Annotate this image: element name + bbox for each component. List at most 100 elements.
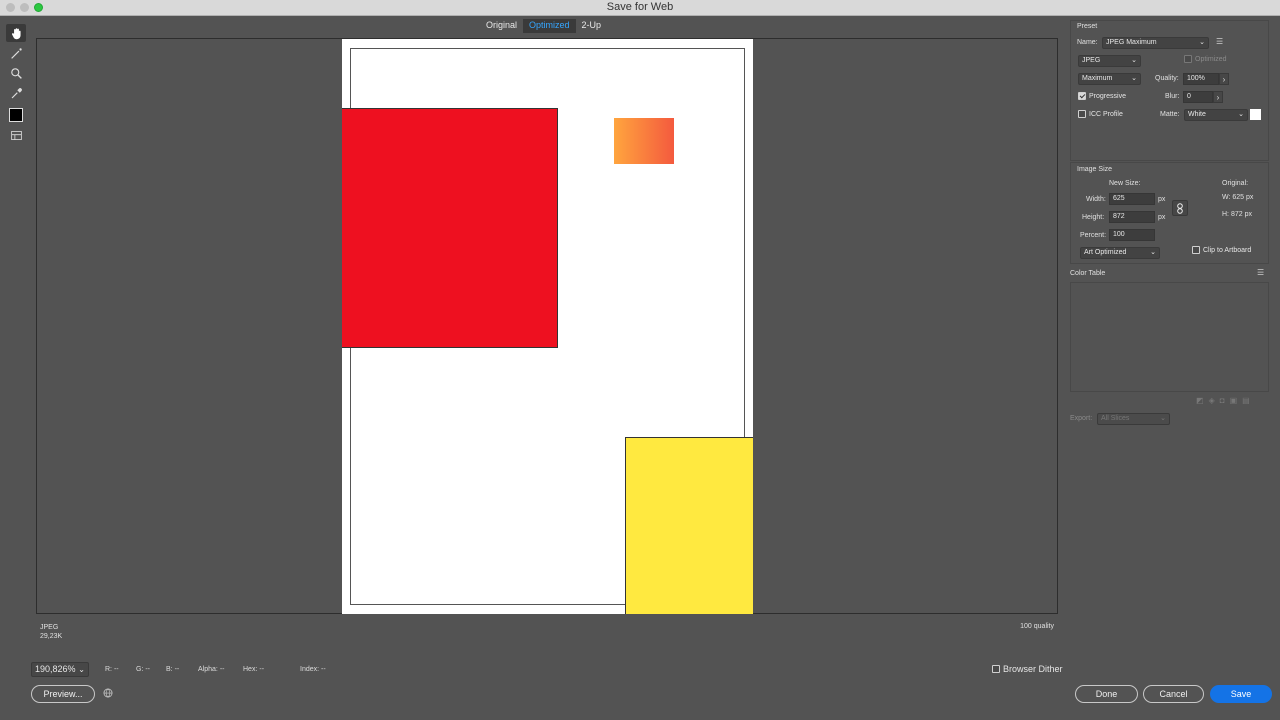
blur-label: Blur: [1165, 93, 1180, 100]
color-table-title: Color Table [1070, 270, 1106, 277]
quality-input[interactable]: 100% [1183, 73, 1219, 85]
chevron-down-icon: ⌄ [1131, 75, 1137, 82]
width-input[interactable]: 625 [1109, 193, 1155, 205]
link-icon [1177, 202, 1183, 214]
document-preview[interactable] [342, 39, 753, 614]
readout-index: Index: -- [300, 666, 326, 673]
chevron-down-icon: ⌄ [1238, 111, 1244, 118]
preset-name-select[interactable]: JPEG Maximum ⌄ [1102, 37, 1209, 49]
window-title: Save for Web [606, 1, 674, 13]
view-tabs: Original Optimized 2-Up [480, 19, 607, 33]
tab-original[interactable]: Original [480, 19, 523, 33]
cancel-button[interactable]: Cancel [1143, 685, 1204, 703]
clip-to-artboard-option[interactable]: Clip to Artboard [1192, 246, 1251, 254]
readout-alpha: Alpha: -- [198, 666, 225, 673]
preview-canvas[interactable] [36, 38, 1058, 614]
save-for-web-window: Save for Web Original Optimized 2-Up JPE… [0, 0, 1280, 720]
height-input[interactable]: 872 [1109, 211, 1155, 223]
trash-icon[interactable]: ▤ [1242, 396, 1250, 405]
chevron-down-icon: ⌄ [78, 665, 85, 674]
original-height: H: 872 px [1222, 211, 1252, 218]
preset-menu-icon[interactable]: ☰ [1216, 37, 1223, 46]
tool-bar [6, 24, 28, 146]
zoom-level-select[interactable]: 190,826% ⌄ [31, 662, 89, 677]
new-color-icon[interactable]: ▣ [1230, 396, 1238, 405]
file-format: JPEG [40, 624, 59, 631]
blur-input[interactable]: 0 [1183, 91, 1213, 103]
matte-select[interactable]: White ⌄ [1184, 109, 1248, 121]
color-table[interactable] [1070, 282, 1269, 392]
matte-color-swatch[interactable] [1250, 109, 1261, 120]
original-width: W: 625 px [1222, 194, 1254, 201]
bottom-status-bar: 190,826% ⌄ R: -- G: -- B: -- Alpha: -- H… [0, 660, 1280, 684]
toggle-slices-visibility-button[interactable] [6, 126, 26, 144]
preset-title: Preset [1077, 23, 1098, 30]
height-label: Height: [1082, 214, 1105, 221]
hand-icon [11, 27, 21, 39]
height-unit: px [1158, 214, 1166, 221]
chevron-down-icon: ⌄ [1131, 57, 1137, 64]
readout-hex: Hex: -- [243, 666, 265, 673]
icc-profile-label: ICC Profile [1089, 110, 1123, 118]
percent-input[interactable]: 100 [1109, 229, 1155, 241]
icc-profile-option[interactable]: ICC Profile [1078, 110, 1123, 118]
width-unit: px [1158, 196, 1166, 203]
optimized-checkbox[interactable] [1184, 55, 1192, 63]
progressive-label: Progressive [1089, 92, 1126, 100]
save-button[interactable]: Save [1210, 685, 1272, 703]
optimized-option[interactable]: Optimized [1184, 55, 1227, 63]
zoom-tool-button[interactable] [6, 64, 26, 82]
chevron-down-icon: ⌄ [1199, 39, 1205, 46]
title-bar: Save for Web [0, 0, 1280, 16]
globe-icon[interactable] [103, 688, 113, 698]
file-size: 29,23K [40, 633, 63, 640]
tab-2-up[interactable]: 2-Up [576, 19, 608, 33]
browser-dither-checkbox[interactable] [992, 665, 1000, 673]
percent-label: Percent: [1080, 232, 1107, 239]
export-slices-select[interactable]: All Slices ⌄ [1097, 413, 1170, 425]
yellow-rectangle [625, 437, 753, 614]
chevron-down-icon: ⌄ [1160, 415, 1166, 422]
compression-quality-select[interactable]: Maximum ⌄ [1078, 73, 1141, 85]
preview-button[interactable]: Preview... [31, 685, 95, 703]
progressive-option[interactable]: Progressive [1078, 92, 1126, 100]
zoom-icon [10, 67, 22, 79]
icc-profile-checkbox[interactable] [1078, 110, 1086, 118]
browser-dither-label: Browser Dither [1003, 664, 1063, 674]
readout-b: B: -- [166, 666, 180, 673]
slice-select-tool-button[interactable] [6, 44, 26, 62]
eyedropper-icon [11, 87, 22, 98]
progressive-checkbox[interactable] [1078, 92, 1086, 100]
preset-name-label: Name: [1077, 39, 1098, 46]
slice-select-icon [10, 47, 22, 59]
clip-to-artboard-checkbox[interactable] [1192, 246, 1200, 254]
width-label: Width: [1086, 196, 1106, 203]
web-shift-icon[interactable]: ◩ [1196, 396, 1204, 405]
cube-icon[interactable]: ◈ [1209, 396, 1215, 405]
lock-icon[interactable]: ◘ [1220, 396, 1225, 405]
blur-slider-arrow[interactable]: › [1213, 91, 1223, 103]
zoom-level-value: 190,826% [35, 664, 76, 674]
orange-gradient-rectangle [614, 118, 674, 164]
original-size-label: Original: [1222, 180, 1249, 187]
quality-slider-arrow[interactable]: › [1219, 73, 1229, 85]
file-format-select[interactable]: JPEG ⌄ [1078, 55, 1141, 67]
readout-g: G: -- [136, 666, 151, 673]
resample-method-select[interactable]: Art Optimized ⌄ [1080, 247, 1160, 259]
optimized-label: Optimized [1195, 55, 1227, 63]
constrain-proportions-button[interactable] [1172, 200, 1188, 216]
readout-r: R: -- [105, 666, 119, 673]
red-rectangle [342, 108, 558, 348]
eyedropper-tool-button[interactable] [6, 84, 26, 102]
done-button[interactable]: Done [1075, 685, 1138, 703]
eyedropper-color-swatch[interactable] [9, 108, 23, 122]
export-label: Export: [1070, 415, 1093, 422]
browser-dither-option[interactable]: Browser Dither [992, 664, 1063, 674]
tab-optimized[interactable]: Optimized [523, 19, 576, 33]
hand-tool-button[interactable] [6, 24, 26, 42]
slices-visibility-icon [10, 130, 22, 140]
color-table-tools: ◩ ◈ ◘ ▣ ▤ [1196, 396, 1250, 405]
color-table-menu-icon[interactable]: ☰ [1257, 268, 1264, 277]
clip-to-artboard-label: Clip to Artboard [1203, 246, 1252, 254]
new-size-label: New Size: [1109, 180, 1141, 187]
